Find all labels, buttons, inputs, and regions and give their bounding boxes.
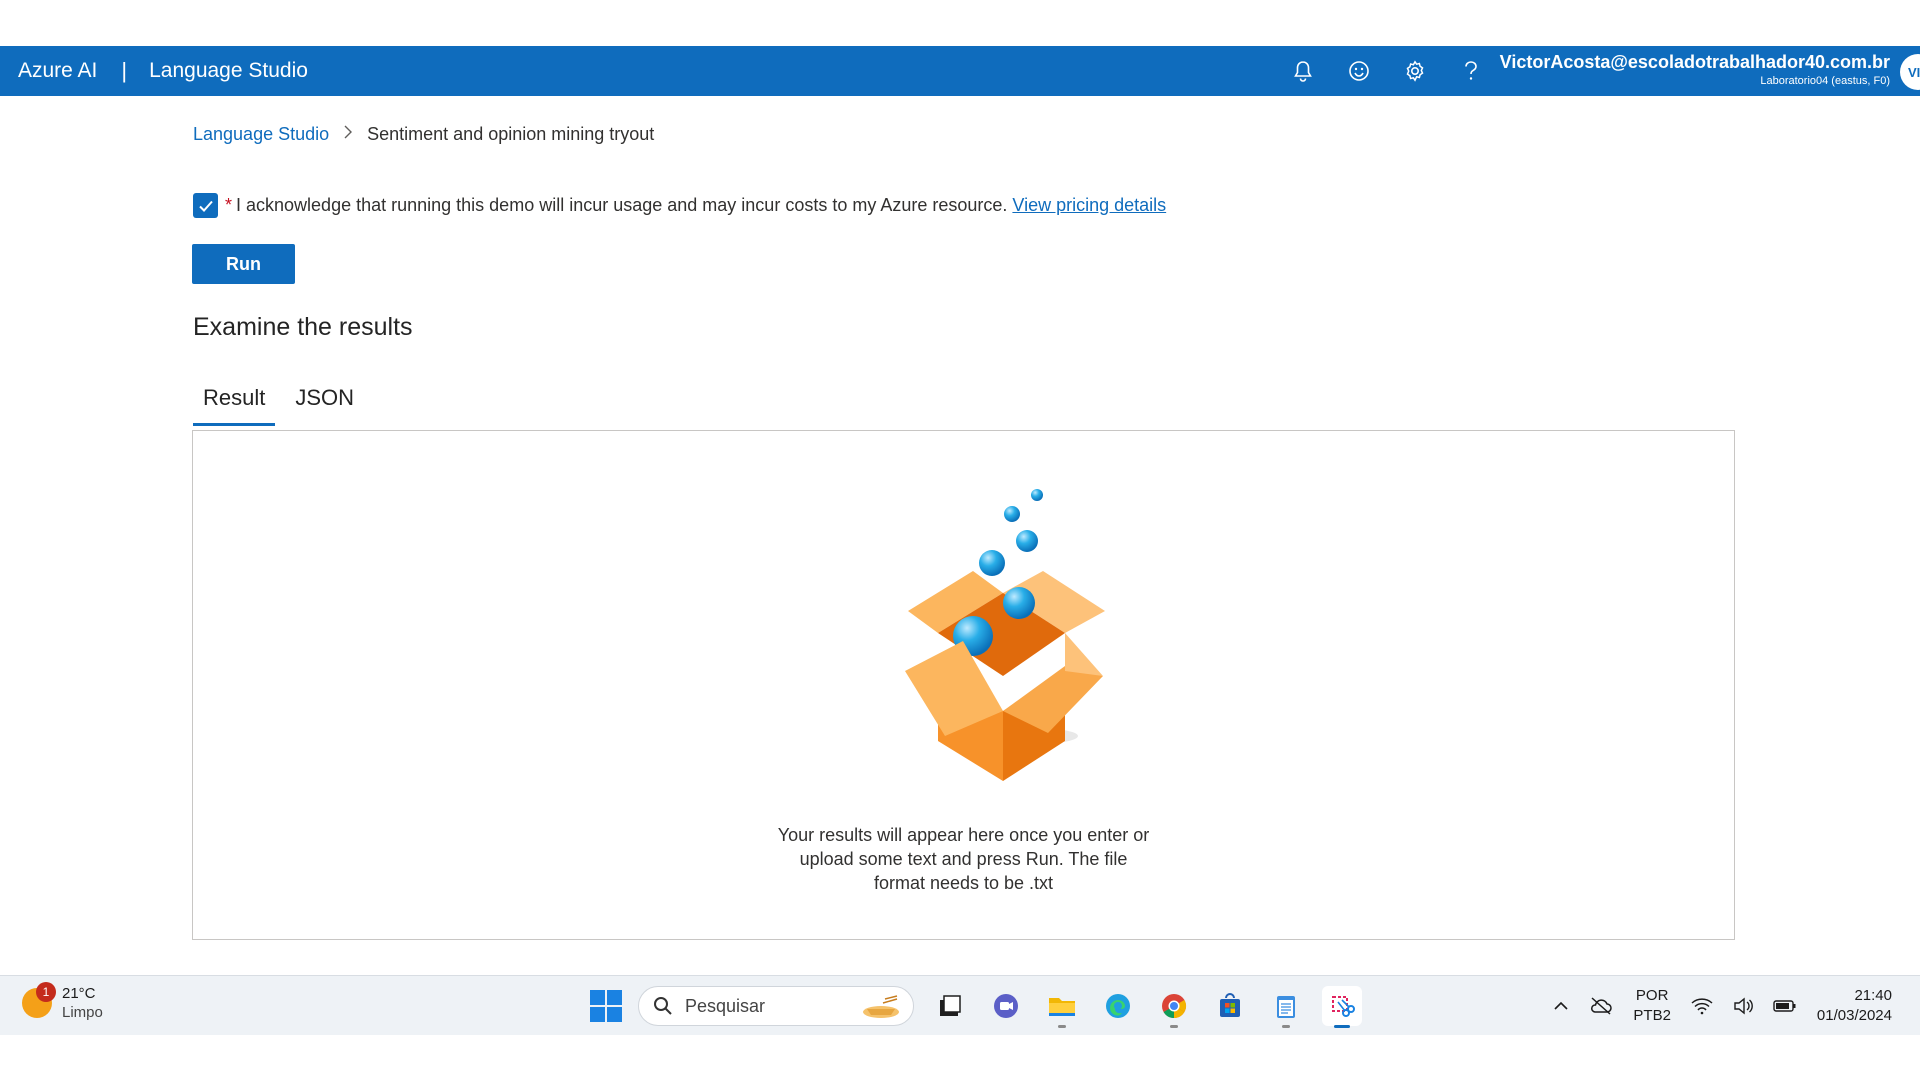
bell-icon[interactable] — [1290, 58, 1316, 84]
user-email: VictorAcosta@escoladotrabalhador40.com.b… — [1499, 52, 1890, 72]
weather-desc: Limpo — [62, 1004, 103, 1021]
empty-line-1: Your results will appear here once you e… — [777, 825, 1150, 845]
search-highlight-icon — [863, 995, 899, 1018]
checkmark-icon — [198, 200, 213, 212]
results-title: Examine the results — [193, 313, 413, 341]
empty-line-3: format needs to be .txt — [873, 873, 1054, 893]
teams-icon[interactable] — [986, 986, 1026, 1026]
account-info[interactable]: VictorAcosta@escoladotrabalhador40.com.b… — [1500, 52, 1890, 87]
chevron-right-icon — [343, 125, 353, 144]
view-pricing-link[interactable]: View pricing details — [1012, 195, 1166, 216]
folder-icon[interactable] — [1042, 986, 1082, 1028]
file-manager-icon[interactable] — [930, 986, 970, 1026]
weather-badge: 1 — [36, 982, 56, 1002]
acknowledge-row: * I acknowledge that running this demo w… — [193, 193, 1166, 218]
tab-json[interactable]: JSON — [285, 381, 364, 426]
windows-start-icon[interactable] — [590, 990, 622, 1022]
acknowledge-text: I acknowledge that running this demo wil… — [236, 195, 1008, 215]
results-panel: Your results will appear here once you e… — [192, 430, 1735, 940]
smiley-icon[interactable] — [1346, 58, 1372, 84]
brand: Azure AI | Language Studio — [18, 46, 308, 96]
empty-state-message: Your results will appear here once you e… — [193, 823, 1734, 895]
product-name[interactable]: Language Studio — [149, 59, 308, 83]
tab-result[interactable]: Result — [193, 381, 276, 426]
chevron-up-icon[interactable] — [1553, 1001, 1569, 1011]
gear-icon[interactable] — [1402, 58, 1428, 84]
store-icon[interactable] — [1210, 986, 1250, 1026]
notepad-icon[interactable] — [1266, 986, 1306, 1028]
breadcrumb-current: Sentiment and opinion mining tryout — [367, 124, 655, 144]
weather-temp: 21°C — [62, 985, 96, 1002]
taskbar-apps: Pesquisar — [590, 984, 1362, 1028]
weather-icon: 1 — [22, 982, 56, 1018]
top-bar: Azure AI | Language Studio VictorAcosta@… — [0, 46, 1920, 96]
clock[interactable]: 21:40 01/03/2024 — [1817, 986, 1892, 1026]
battery-icon[interactable] — [1773, 998, 1797, 1014]
clock-time: 21:40 — [1854, 987, 1892, 1004]
chrome-icon[interactable] — [1154, 986, 1194, 1028]
required-mark: * — [225, 195, 233, 215]
breadcrumb: Language Studio Sentiment and opinion mi… — [193, 124, 654, 145]
run-button[interactable]: Run — [192, 244, 295, 284]
user-resource: Laboratorio04 (eastus, F0) — [1760, 75, 1890, 87]
search-icon — [654, 997, 672, 1015]
system-tray: POR PTB2 21:40 01/03/2024 — [1543, 984, 1920, 1028]
edge-icon[interactable] — [1098, 986, 1138, 1026]
language-indicator[interactable]: POR PTB2 — [1633, 986, 1671, 1026]
taskbar-search[interactable]: Pesquisar — [638, 986, 914, 1026]
volume-icon[interactable] — [1733, 997, 1753, 1015]
header-actions — [1290, 46, 1484, 96]
weather-widget[interactable]: 1 21°C Limpo — [22, 982, 103, 1022]
breadcrumb-root-link[interactable]: Language Studio — [193, 124, 329, 145]
acknowledge-checkbox[interactable] — [193, 193, 218, 218]
search-placeholder: Pesquisar — [685, 995, 766, 1016]
brand-separator: | — [121, 58, 128, 83]
language-code: POR — [1635, 987, 1669, 1004]
clock-date: 01/03/2024 — [1816, 1007, 1892, 1024]
azure-ai-label[interactable]: Azure AI — [18, 59, 97, 83]
cloud-offline-icon[interactable] — [1589, 996, 1613, 1016]
empty-line-2: upload some text and press Run. The file — [799, 849, 1128, 869]
empty-box-illustration — [905, 489, 1105, 781]
results-tabs: Result JSON — [193, 381, 374, 426]
keyboard-layout: PTB2 — [1633, 1007, 1671, 1024]
taskbar: 1 21°C Limpo Pesquisar POR PTB2 21:40 01… — [0, 975, 1920, 1035]
snipping-tool-icon[interactable] — [1322, 986, 1362, 1028]
help-icon[interactable] — [1458, 58, 1484, 84]
wifi-icon[interactable] — [1691, 997, 1713, 1015]
